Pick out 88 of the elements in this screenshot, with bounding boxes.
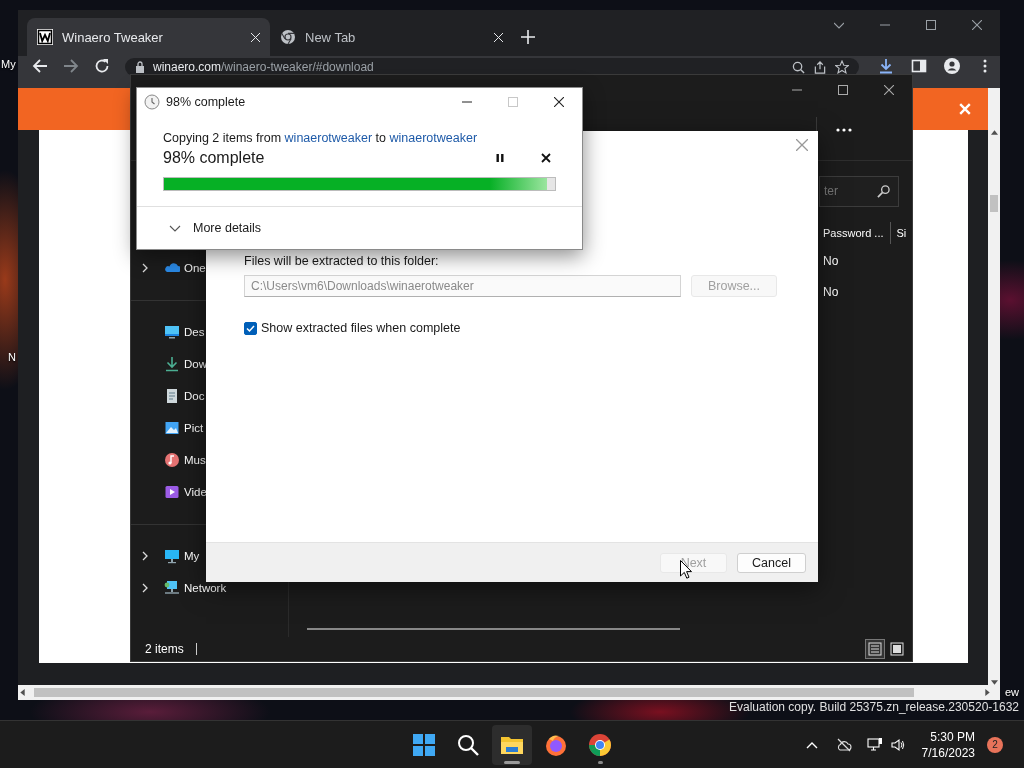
up-arrow-icon[interactable] xyxy=(990,130,998,135)
nav-item[interactable]: Dow xyxy=(184,358,207,370)
nav-item[interactable]: Network xyxy=(184,582,227,594)
download-icon[interactable] xyxy=(878,58,894,74)
profile-icon[interactable] xyxy=(944,58,960,74)
close-icon[interactable] xyxy=(884,85,894,95)
clock-icon xyxy=(144,94,160,110)
horizontal-scrollbar[interactable] xyxy=(18,685,1000,700)
lock-icon xyxy=(135,61,145,73)
forward-arrow-icon[interactable] xyxy=(63,58,79,74)
document-icon xyxy=(164,388,180,404)
reload-icon[interactable] xyxy=(94,58,110,74)
more-details-toggle[interactable]: More details xyxy=(137,207,582,249)
close-icon[interactable] xyxy=(972,20,982,30)
nav-item[interactable]: Doc xyxy=(184,390,205,402)
desktop-icon-label[interactable]: My xyxy=(1,58,16,70)
tiles-view-button[interactable] xyxy=(887,639,907,659)
column-header[interactable]: Password ... xyxy=(823,227,884,239)
nav-item[interactable]: Mus xyxy=(184,454,206,466)
folder-label: Files will be extracted to this folder: xyxy=(244,254,440,268)
checkbox-label[interactable]: Show extracted files when complete xyxy=(261,321,461,335)
close-icon[interactable] xyxy=(541,153,551,163)
desktop-icon-label[interactable]: ew xyxy=(1005,686,1020,698)
chevron-down-icon[interactable] xyxy=(834,20,844,30)
taskbar-button[interactable] xyxy=(492,724,532,765)
right-arrow-icon[interactable] xyxy=(985,689,990,696)
folder-link[interactable]: winaerotweaker xyxy=(389,131,478,145)
share-icon[interactable] xyxy=(813,60,827,74)
chevron-right-icon[interactable] xyxy=(142,551,148,561)
search-field[interactable]: ter xyxy=(819,175,899,207)
watermark-text: Evaluation copy. Build 25375.zn_release.230520-1632 xyxy=(729,700,1019,714)
pause-icon[interactable] xyxy=(495,153,505,163)
chrome-icon xyxy=(588,732,612,757)
start-icon xyxy=(412,732,436,757)
window-title: 98% complete xyxy=(166,95,247,109)
column-header[interactable]: Si xyxy=(896,227,907,239)
vertical-scrollbar[interactable] xyxy=(988,88,1000,685)
table-cell: No xyxy=(823,284,839,299)
maximize-icon[interactable] xyxy=(926,20,936,30)
down-arrow-icon[interactable] xyxy=(990,680,998,685)
download-icon xyxy=(164,356,180,372)
nav-item[interactable]: Des xyxy=(184,326,205,338)
more-icon[interactable] xyxy=(836,127,852,132)
monitor-icon xyxy=(164,324,180,340)
cancel-button[interactable]: Cancel xyxy=(737,552,806,573)
nav-item[interactable]: Pict xyxy=(184,422,204,434)
notification-badge[interactable]: 2 xyxy=(987,736,1003,753)
music-icon xyxy=(164,452,180,468)
computer-icon xyxy=(164,548,180,564)
horizontal-scrollbar[interactable] xyxy=(307,628,680,630)
search-icon[interactable] xyxy=(877,184,890,198)
scrollbar-thumb[interactable] xyxy=(990,195,998,212)
cloud-off-icon[interactable] xyxy=(836,737,852,752)
volume-icon[interactable] xyxy=(891,737,905,752)
search-icon xyxy=(456,732,480,757)
back-arrow-icon[interactable] xyxy=(32,58,48,74)
copy-message: Copying 2 items from winaerotweaker to winaerotweaker xyxy=(163,130,479,146)
checkbox[interactable] xyxy=(244,321,257,335)
details-view-button[interactable] xyxy=(865,639,885,659)
chrome-icon xyxy=(280,29,296,45)
nav-item[interactable]: My xyxy=(184,550,200,562)
star-icon[interactable] xyxy=(835,60,849,74)
progress-status: 98% complete xyxy=(163,149,266,167)
nav-item[interactable]: One xyxy=(184,262,206,274)
clock[interactable]: 5:30 PM 7/16/2023 xyxy=(905,728,975,761)
table-cell: No xyxy=(823,253,839,268)
picture-icon xyxy=(164,420,180,436)
browser-tab[interactable]: New Tab xyxy=(270,18,513,56)
site-logo-icon xyxy=(37,29,53,45)
network-icon[interactable] xyxy=(867,737,883,752)
desktop-icon-label[interactable]: N xyxy=(8,351,16,363)
chevron-down-icon xyxy=(169,224,181,232)
chevron-right-icon[interactable] xyxy=(142,263,148,273)
folder-link[interactable]: winaerotweaker xyxy=(284,131,373,145)
chevron-right-icon[interactable] xyxy=(142,583,148,593)
maximize-icon[interactable] xyxy=(838,85,848,95)
item-count: 2 items xyxy=(145,642,184,656)
nav-item[interactable]: Vide xyxy=(184,486,207,498)
network-icon xyxy=(164,580,180,596)
firefox-icon xyxy=(544,732,568,757)
side-panel-icon[interactable] xyxy=(911,58,927,74)
video-icon xyxy=(164,484,180,500)
close-icon[interactable] xyxy=(554,97,564,107)
browser-tab[interactable]: Winaero Tweaker xyxy=(27,18,270,56)
left-arrow-icon[interactable] xyxy=(20,689,25,696)
search-icon[interactable] xyxy=(792,60,805,74)
plus-icon[interactable] xyxy=(521,30,535,44)
chevron-up-icon[interactable] xyxy=(806,740,818,749)
